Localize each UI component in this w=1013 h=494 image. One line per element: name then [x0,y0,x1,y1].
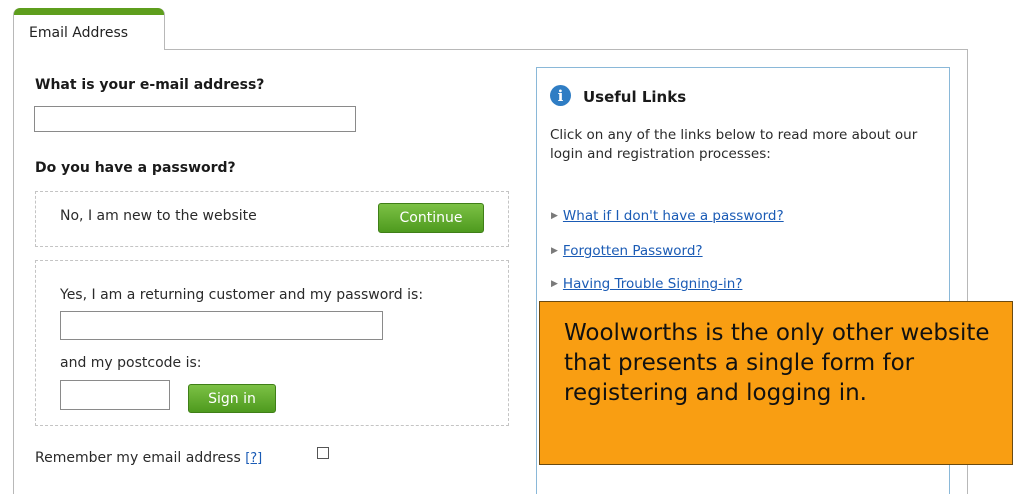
link-no-password[interactable]: What if I don't have a password? [563,208,784,224]
link-forgotten-password[interactable]: Forgotten Password? [563,243,703,259]
new-customer-box: No, I am new to the website Continue [35,191,509,247]
email-question-heading: What is your e-mail address? [35,77,265,93]
remember-help-link[interactable]: [?] [245,451,262,466]
page: Email Address What is your e-mail addres… [0,0,1013,494]
tab-label: Email Address [29,25,129,41]
remember-email-checkbox[interactable] [317,447,329,459]
remember-email-label: Remember my email address [35,450,241,466]
useful-links-title: Useful Links [583,88,687,106]
email-input[interactable] [34,106,356,132]
tab-email-address[interactable]: Email Address [13,8,165,50]
new-customer-text: No, I am new to the website [60,208,257,224]
continue-button[interactable]: Continue [378,203,484,233]
link-trouble-signing-in[interactable]: Having Trouble Signing-in? [563,276,743,292]
tab-accent-strip [14,8,164,15]
useful-links-intro: Click on any of the links below to read … [550,127,918,162]
bullet-arrow-icon: ▶ [551,246,558,256]
remember-email-row: Remember my email address [?] [35,450,262,466]
bullet-arrow-icon: ▶ [551,211,558,221]
password-question-heading: Do you have a password? [35,160,236,176]
returning-customer-text: Yes, I am a returning customer and my pa… [60,287,424,303]
useful-link-item: ▶ What if I don't have a password? [551,208,784,224]
returning-customer-box: Yes, I am a returning customer and my pa… [35,260,509,426]
postcode-label: and my postcode is: [60,355,202,371]
info-icon: i [550,85,571,106]
postcode-input[interactable] [60,380,170,410]
useful-link-item: ▶ Having Trouble Signing-in? [551,276,742,292]
annotation-callout: Woolworths is the only other website tha… [539,301,1013,465]
useful-link-item: ▶ Forgotten Password? [551,243,703,259]
password-input[interactable] [60,311,383,340]
sign-in-button[interactable]: Sign in [188,384,276,413]
bullet-arrow-icon: ▶ [551,279,558,289]
